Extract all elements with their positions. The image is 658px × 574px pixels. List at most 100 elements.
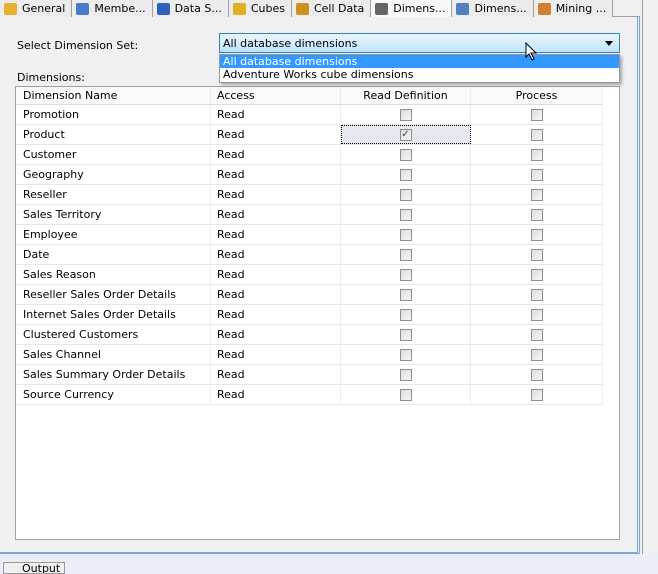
header-process[interactable]: Process bbox=[471, 87, 603, 104]
access-value[interactable]: Read bbox=[211, 265, 341, 284]
table-row[interactable]: Sales Territory Read bbox=[16, 205, 603, 225]
read-definition-checkbox[interactable] bbox=[399, 348, 412, 361]
grid-header: Dimension Name Access Read Definition Pr… bbox=[16, 87, 603, 105]
tab-icon bbox=[295, 2, 309, 15]
tab-general[interactable]: General bbox=[0, 0, 73, 17]
process-checkbox[interactable] bbox=[530, 128, 543, 141]
select-dimension-set-label: Select Dimension Set: bbox=[17, 39, 139, 52]
tab-data-s[interactable]: Data S... bbox=[152, 0, 229, 17]
access-value[interactable]: Read bbox=[211, 285, 341, 304]
read-definition-checkbox[interactable] bbox=[399, 288, 412, 301]
chevron-down-icon[interactable] bbox=[605, 41, 613, 46]
access-value[interactable]: Read bbox=[211, 325, 341, 344]
read-definition-cell bbox=[341, 185, 471, 204]
process-checkbox[interactable] bbox=[530, 248, 543, 261]
access-value[interactable]: Read bbox=[211, 225, 341, 244]
table-row[interactable]: Clustered Customers Read bbox=[16, 325, 603, 345]
tab-label: General bbox=[22, 2, 66, 15]
process-checkbox[interactable] bbox=[530, 328, 543, 341]
table-row[interactable]: Reseller Sales Order Details Read bbox=[16, 285, 603, 305]
access-value[interactable]: Read bbox=[211, 165, 341, 184]
dimension-name: Promotion bbox=[16, 105, 211, 124]
process-cell bbox=[471, 205, 603, 224]
table-row[interactable]: Date Read bbox=[16, 245, 603, 265]
access-value[interactable]: Read bbox=[211, 245, 341, 264]
read-definition-checkbox[interactable] bbox=[399, 388, 412, 401]
access-value[interactable]: Read bbox=[211, 305, 341, 324]
table-row[interactable]: Employee Read bbox=[16, 225, 603, 245]
read-definition-cell bbox=[341, 385, 471, 404]
output-tab[interactable]: Output bbox=[3, 562, 65, 574]
process-checkbox[interactable] bbox=[530, 188, 543, 201]
process-cell bbox=[471, 185, 603, 204]
access-value[interactable]: Read bbox=[211, 185, 341, 204]
table-row[interactable]: Sales Reason Read bbox=[16, 265, 603, 285]
read-definition-checkbox[interactable] bbox=[399, 208, 412, 221]
tab-dimens[interactable]: Dimens... bbox=[452, 0, 534, 17]
process-checkbox[interactable] bbox=[530, 208, 543, 221]
process-checkbox[interactable] bbox=[530, 148, 543, 161]
process-checkbox[interactable] bbox=[530, 108, 543, 121]
dimensions-grid: Dimension Name Access Read Definition Pr… bbox=[15, 86, 620, 540]
process-checkbox[interactable] bbox=[530, 368, 543, 381]
option-cube-dimensions[interactable]: Adventure Works cube dimensions bbox=[220, 68, 619, 81]
process-checkbox[interactable] bbox=[530, 268, 543, 281]
table-row[interactable]: Reseller Read bbox=[16, 185, 603, 205]
table-row[interactable]: Promotion Read bbox=[16, 105, 603, 125]
process-checkbox[interactable] bbox=[530, 288, 543, 301]
tab-dimens[interactable]: Dimens... bbox=[371, 0, 453, 17]
read-definition-cell bbox=[341, 305, 471, 324]
process-checkbox[interactable] bbox=[530, 168, 543, 181]
table-row[interactable]: Geography Read bbox=[16, 165, 603, 185]
read-definition-checkbox[interactable] bbox=[399, 248, 412, 261]
read-definition-checkbox[interactable] bbox=[399, 168, 412, 181]
process-checkbox[interactable] bbox=[530, 388, 543, 401]
header-dimension-name[interactable]: Dimension Name bbox=[16, 87, 211, 104]
table-row[interactable]: Source Currency Read bbox=[16, 385, 603, 405]
process-cell bbox=[471, 245, 603, 264]
read-definition-checkbox[interactable] bbox=[399, 188, 412, 201]
read-definition-checkbox[interactable] bbox=[399, 328, 412, 341]
tab-label: Membe... bbox=[94, 2, 146, 15]
access-value[interactable]: Read bbox=[211, 145, 341, 164]
access-value[interactable]: Read bbox=[211, 345, 341, 364]
tab-bar: General Membe... Data S... Cubes Cell Data Di… bbox=[0, 0, 640, 17]
read-definition-checkbox[interactable] bbox=[399, 148, 412, 161]
read-definition-checkbox[interactable] bbox=[399, 228, 412, 241]
header-access[interactable]: Access bbox=[211, 87, 341, 104]
table-row[interactable]: Sales Summary Order Details Read bbox=[16, 365, 603, 385]
dimension-name: Date bbox=[16, 245, 211, 264]
header-read-definition[interactable]: Read Definition bbox=[341, 87, 471, 104]
tab-icon bbox=[4, 2, 17, 15]
process-cell bbox=[471, 285, 603, 304]
tab-membe[interactable]: Membe... bbox=[72, 0, 153, 17]
properties-side-panel bbox=[642, 0, 658, 554]
tab-cell-data[interactable]: Cell Data bbox=[291, 0, 372, 17]
process-checkbox[interactable] bbox=[530, 348, 543, 361]
read-definition-checkbox[interactable]: ✓ bbox=[399, 128, 412, 141]
read-definition-checkbox[interactable] bbox=[399, 108, 412, 121]
table-row[interactable]: Customer Read bbox=[16, 145, 603, 165]
dimensions-label: Dimensions: bbox=[17, 71, 85, 84]
tab-mining[interactable]: Mining ... bbox=[533, 0, 614, 17]
dimension-name: Sales Territory bbox=[16, 205, 211, 224]
access-value[interactable]: Read bbox=[211, 205, 341, 224]
process-cell bbox=[471, 145, 603, 164]
access-value[interactable]: Read bbox=[211, 385, 341, 404]
access-value[interactable]: Read bbox=[211, 105, 341, 124]
dimension-set-combobox[interactable]: All database dimensions bbox=[219, 33, 620, 53]
table-row[interactable]: Sales Channel Read bbox=[16, 345, 603, 365]
read-definition-checkbox[interactable] bbox=[399, 308, 412, 321]
read-definition-checkbox[interactable] bbox=[399, 268, 412, 281]
option-all-database-dimensions[interactable]: All database dimensions bbox=[220, 55, 619, 68]
table-row[interactable]: Internet Sales Order Details Read bbox=[16, 305, 603, 325]
table-row[interactable]: Product Read ✓ bbox=[16, 125, 603, 145]
process-cell bbox=[471, 385, 603, 404]
access-value[interactable]: Read bbox=[211, 125, 341, 144]
tab-label: Data S... bbox=[174, 2, 222, 15]
tab-cubes[interactable]: Cubes bbox=[228, 0, 292, 17]
process-checkbox[interactable] bbox=[530, 228, 543, 241]
access-value[interactable]: Read bbox=[211, 365, 341, 384]
read-definition-checkbox[interactable] bbox=[399, 368, 412, 381]
process-checkbox[interactable] bbox=[530, 308, 543, 321]
